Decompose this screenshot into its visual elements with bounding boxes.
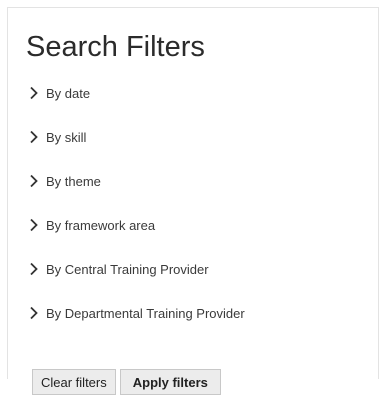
filter-label: By Departmental Training Provider — [46, 305, 245, 321]
filter-label: By framework area — [46, 217, 156, 233]
filter-label: By skill — [46, 129, 87, 145]
filter-list: By date By skill By theme By framework a… — [29, 82, 245, 346]
filter-actions: Clear filters Apply filters — [32, 369, 221, 395]
filter-by-framework-area[interactable]: By framework area — [29, 214, 245, 236]
apply-filters-button[interactable]: Apply filters — [119, 369, 221, 395]
chevron-right-icon — [30, 130, 38, 144]
filter-label: By Central Training Provider — [46, 261, 209, 277]
filter-by-date[interactable]: By date — [29, 82, 245, 104]
search-filters-panel: Search Filters By date By skill By theme… — [7, 7, 379, 395]
panel-title: Search Filters — [26, 31, 205, 63]
filter-label: By theme — [46, 173, 101, 189]
filter-label: By date — [46, 85, 91, 101]
chevron-right-icon — [30, 306, 38, 320]
chevron-right-icon — [30, 174, 38, 188]
filter-by-departmental-training-provider[interactable]: By Departmental Training Provider — [29, 302, 245, 324]
clear-filters-button[interactable]: Clear filters — [32, 369, 116, 395]
chevron-right-icon — [30, 86, 38, 100]
filter-by-skill[interactable]: By skill — [29, 126, 245, 148]
filter-by-theme[interactable]: By theme — [29, 170, 245, 192]
chevron-right-icon — [30, 218, 38, 232]
chevron-right-icon — [30, 262, 38, 276]
filter-by-central-training-provider[interactable]: By Central Training Provider — [29, 258, 245, 280]
